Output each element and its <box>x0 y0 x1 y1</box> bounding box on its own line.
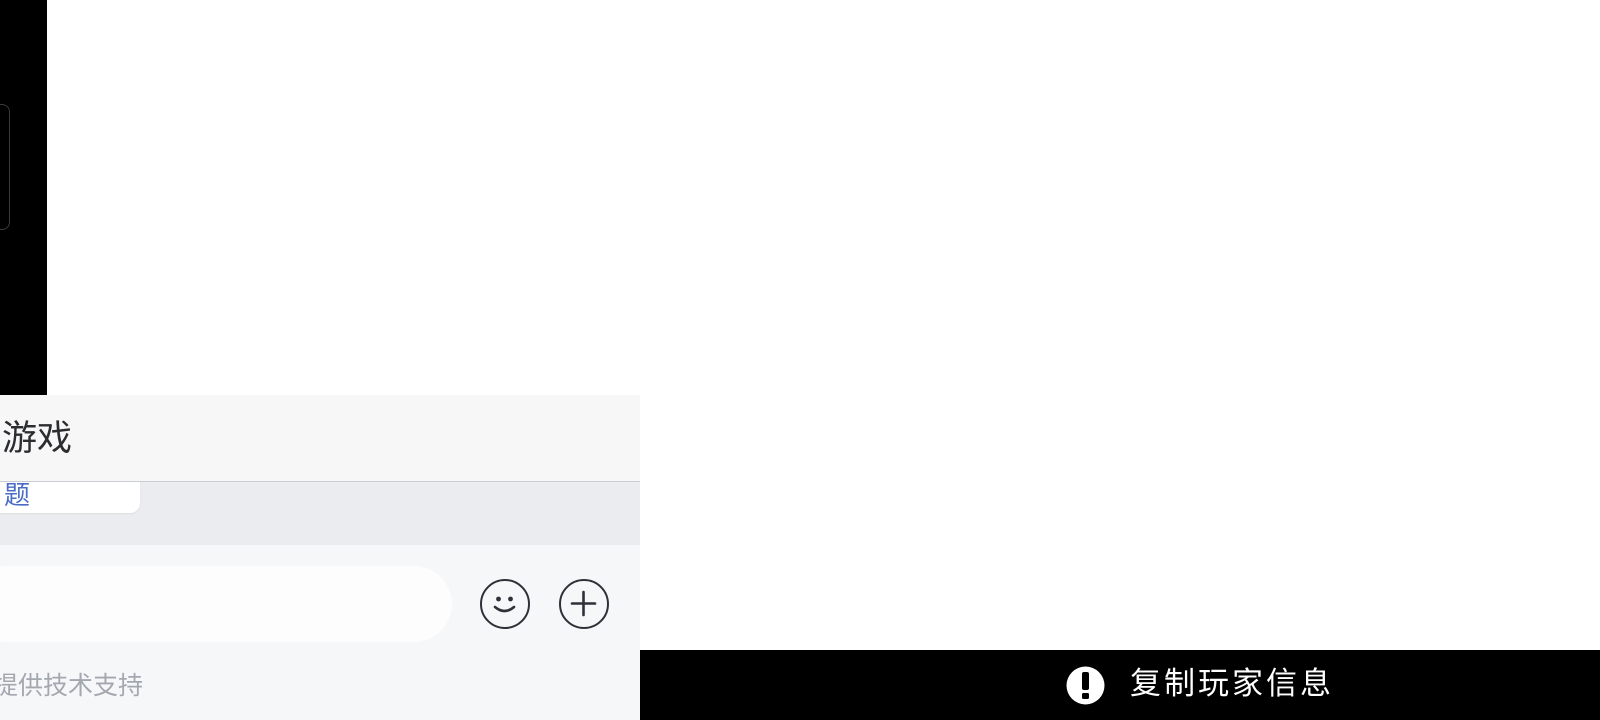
emoji-button[interactable] <box>480 579 530 629</box>
chat-header: 游戏 <box>0 395 640 482</box>
plus-circle-icon <box>570 590 597 617</box>
powered-by-text: 提供技术支持 <box>0 671 144 700</box>
message-bubble[interactable]: 题 <box>0 482 140 513</box>
device-frame-edge <box>0 104 10 230</box>
input-bar: 提供技术支持 <box>0 545 640 720</box>
smiley-face-icon <box>493 596 516 613</box>
message-input[interactable] <box>0 566 452 642</box>
screen: 游戏 题 提供技术支持 复制玩家信息 <box>0 0 1600 720</box>
game-viewport-edge <box>0 0 47 395</box>
chat-title: 游戏 <box>2 419 73 459</box>
add-attachment-button[interactable] <box>559 579 609 629</box>
message-list[interactable]: 题 <box>0 482 640 545</box>
chat-panel: 游戏 题 提供技术支持 <box>0 395 640 720</box>
message-link[interactable]: 题 <box>4 482 30 511</box>
toast-text: 复制玩家信息 <box>1130 666 1334 702</box>
toast-notification: 复制玩家信息 <box>640 650 1600 720</box>
exclamation-circle-icon <box>1066 666 1105 705</box>
